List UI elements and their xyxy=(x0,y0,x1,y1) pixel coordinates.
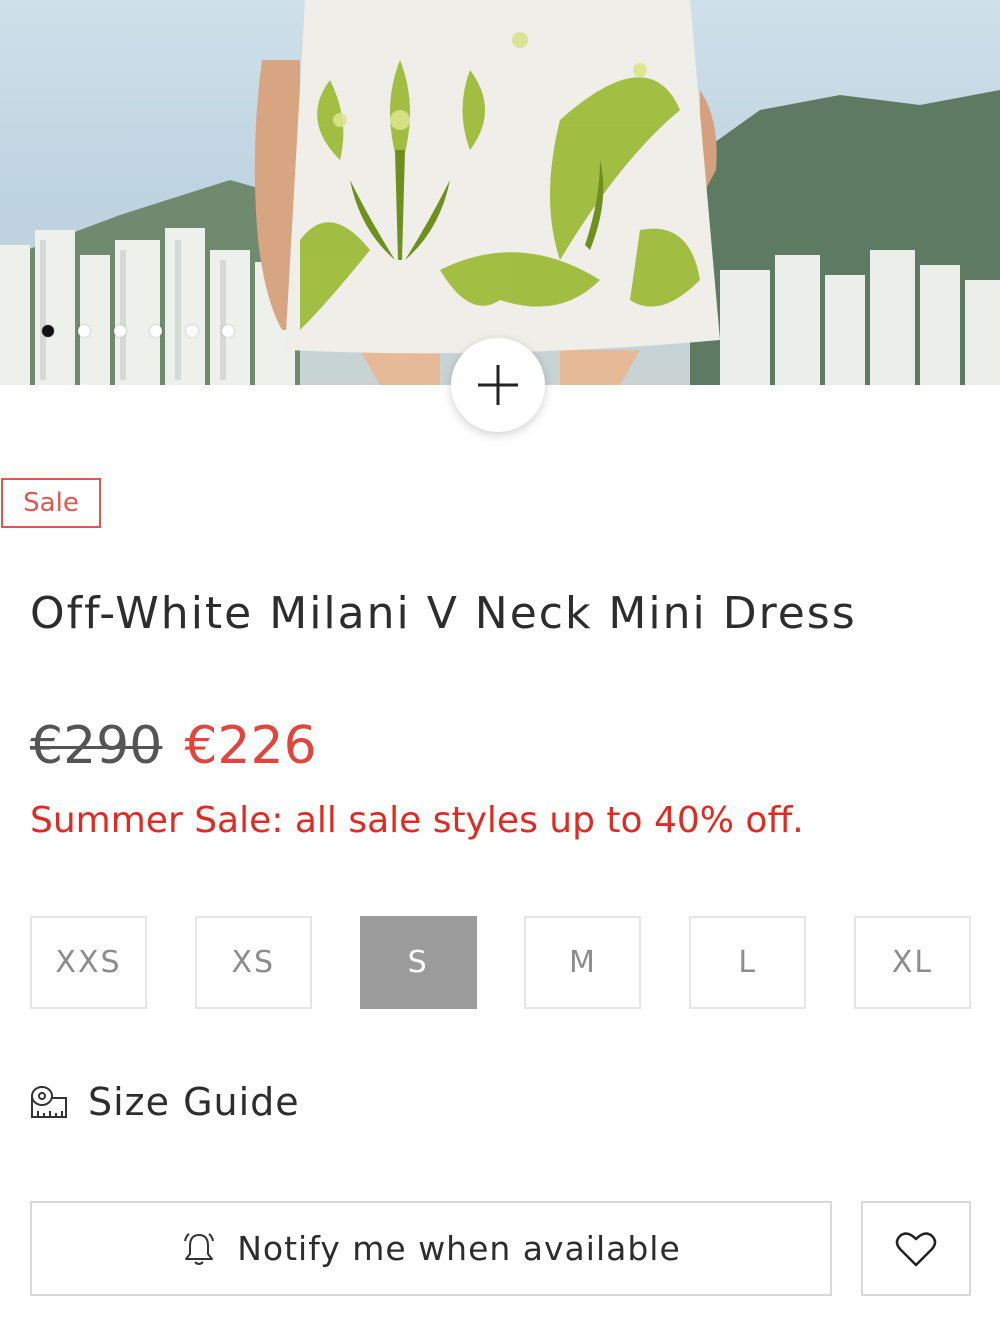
size-guide-label: Size Guide xyxy=(88,1080,300,1124)
size-option-xl[interactable]: XL xyxy=(853,916,971,1009)
bell-icon xyxy=(184,1232,215,1265)
product-title: Off-White Milani V Neck Mini Dress xyxy=(30,588,857,639)
wishlist-button[interactable] xyxy=(861,1201,971,1296)
promo-message: Summer Sale: all sale styles up to 40% o… xyxy=(30,800,804,841)
carousel-dot[interactable] xyxy=(42,325,54,337)
heart-icon xyxy=(895,1231,937,1266)
notify-me-button[interactable]: Notify me when available xyxy=(30,1201,832,1296)
carousel-dot[interactable] xyxy=(186,325,198,337)
carousel-dot[interactable] xyxy=(114,325,126,337)
size-guide-link[interactable]: Size Guide xyxy=(30,1080,300,1124)
size-option-xxs[interactable]: XXS xyxy=(30,916,147,1009)
zoom-button[interactable] xyxy=(451,338,545,432)
sale-price: €226 xyxy=(184,716,317,776)
size-selector: XXS XS S M L XL xyxy=(30,916,971,1009)
size-option-xs[interactable]: XS xyxy=(194,916,312,1009)
notify-me-label: Notify me when available xyxy=(237,1229,681,1268)
sale-badge: Sale xyxy=(1,478,101,528)
carousel-dots xyxy=(42,325,234,337)
carousel-dot[interactable] xyxy=(222,325,234,337)
carousel-dot[interactable] xyxy=(150,325,162,337)
original-price: €290 xyxy=(30,716,163,776)
measuring-tape-icon xyxy=(31,1086,67,1118)
size-option-m[interactable]: M xyxy=(524,916,642,1009)
plus-icon xyxy=(478,365,518,405)
size-option-l[interactable]: L xyxy=(689,916,807,1009)
carousel-dot[interactable] xyxy=(78,325,90,337)
price-row: €290 €226 xyxy=(30,716,317,776)
product-image-gallery[interactable] xyxy=(0,0,1000,385)
size-option-s[interactable]: S xyxy=(359,916,477,1009)
